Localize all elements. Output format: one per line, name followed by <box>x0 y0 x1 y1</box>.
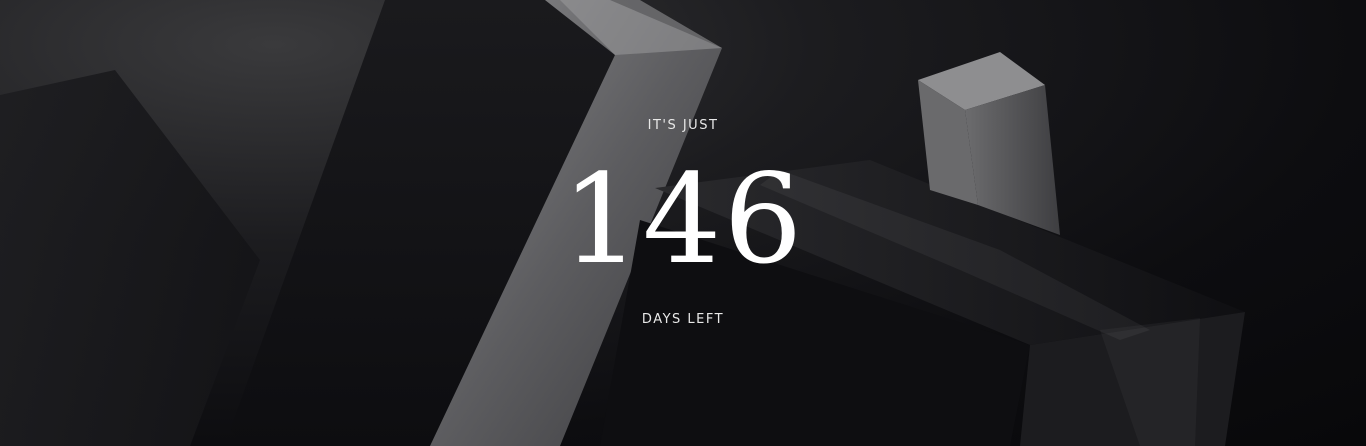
days-left-number: 146 <box>561 148 805 292</box>
countdown-intro: IT'S JUST <box>647 118 719 133</box>
countdown-caption: DAYS LEFT <box>641 312 725 327</box>
countdown-block: IT'S JUST 146 DAYS LEFT <box>0 0 1366 446</box>
countdown-hero: IT'S JUST 146 DAYS LEFT <box>0 0 1366 446</box>
